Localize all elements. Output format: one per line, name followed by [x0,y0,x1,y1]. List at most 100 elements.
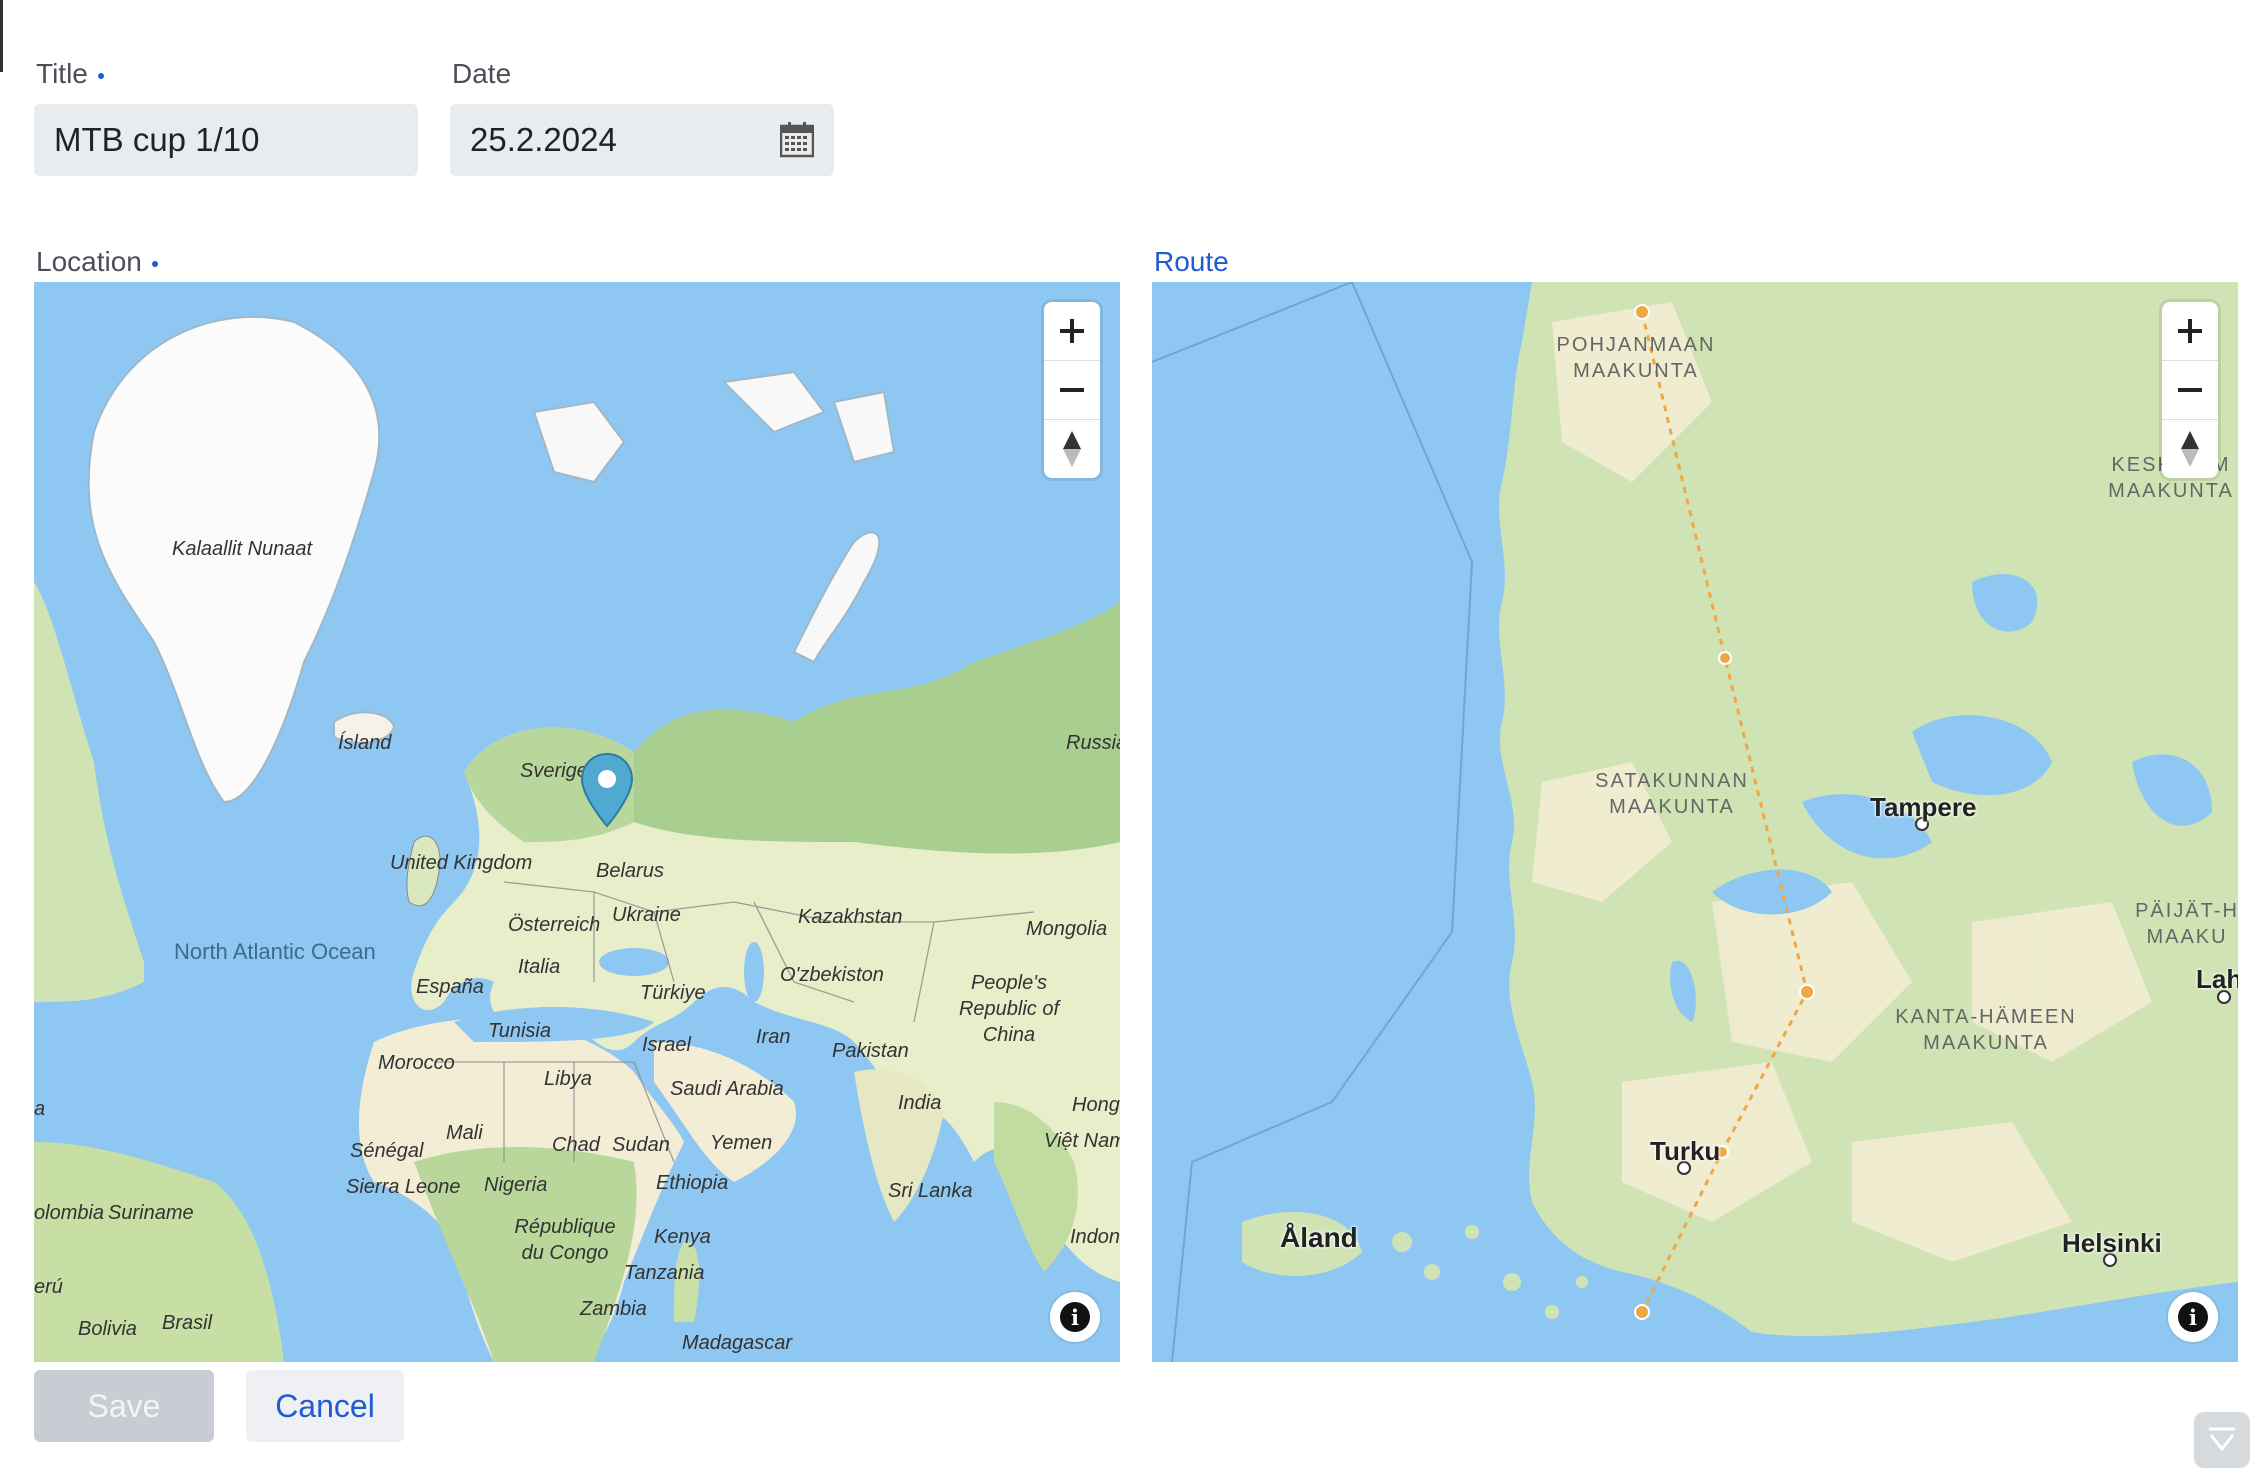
label-iceland: Ísland [338,732,392,754]
required-indicator [97,73,104,79]
zoom-in-button[interactable] [2162,302,2218,361]
corner-widget-button[interactable] [2194,1412,2250,1468]
plus-icon [2178,319,2202,343]
label-morocco: Morocco [378,1052,455,1074]
label-bolivia: Bolivia [78,1318,137,1340]
label-zambia: Zambia [580,1298,647,1320]
label-srilanka: Sri Lanka [888,1180,973,1202]
finland-map-graphic [1152,282,2238,1362]
label-madagascar: Madagascar [682,1332,793,1354]
location-label-text: Location [36,246,142,277]
date-input[interactable]: 25.2.2024 [450,104,834,176]
compass-icon [2181,431,2199,467]
location-pin-icon[interactable] [580,752,634,828]
label-china: People's Republic of China [958,972,1060,1046]
date-input-value: 25.2.2024 [470,121,617,158]
label-brasil: Brasil [162,1312,213,1334]
label-austria: Österreich [508,914,601,936]
location-zoom-controls [1044,302,1100,478]
label-kanta-text: KANTA-HÄMEEN MAAKUNTA [1895,1006,2077,1054]
label-sierra: Sierra Leone [346,1176,461,1198]
minus-icon [1060,388,1084,392]
label-paijat-text: PÄIJÄT-H MAAKU [2135,900,2238,948]
location-info-button[interactable]: i [1050,1292,1100,1342]
label-uzbekistan: O'zbekiston [780,964,884,986]
label-indon: Indon [1070,1226,1120,1248]
label-israel: Israel [642,1034,691,1056]
label-mali: Mali [446,1122,483,1144]
edge-mark [0,0,3,72]
title-label-text: Title [36,58,88,89]
title-input[interactable]: MTB cup 1/10 [34,104,418,176]
info-icon: i [1060,1302,1090,1332]
label-ethiopia: Ethiopia [656,1172,729,1194]
label-lah: Lah [2196,964,2238,994]
label-tampere: Tampere [1870,792,1977,822]
label-satakunnan-text: SATAKUNNAN MAAKUNTA [1595,770,1749,818]
location-map[interactable]: Kalaallit Nunaat Ísland Sverige Russia U… [34,282,1120,1362]
label-turkey: Türkiye [640,982,706,1004]
label-aland: Åland [1280,1222,1358,1253]
date-label: Date [452,58,511,90]
zoom-out-button[interactable] [1044,361,1100,420]
label-suriname: Suriname [108,1202,194,1224]
label-india: India [898,1092,942,1114]
collapse-icon [2209,1427,2235,1452]
plus-icon [1060,319,1084,343]
route-info-button[interactable]: i [2168,1292,2218,1342]
route-map[interactable]: POHJANMAAN MAAKUNTA SATAKUNNAN MAAKUNTA … [1152,282,2238,1362]
label-russia: Russia [1066,732,1120,754]
compass-button[interactable] [2162,420,2218,478]
zoom-out-button[interactable] [2162,361,2218,420]
required-indicator [151,261,158,267]
label-turku: Turku [1650,1136,1721,1166]
label-senegal: Sénégal [350,1140,424,1162]
minus-icon [2178,388,2202,392]
label-tunisia: Tunisia [488,1020,551,1042]
label-satakunnan: SATAKUNNAN MAAKUNTA [1582,768,1762,820]
label-greenland: Kalaallit Nunaat [172,538,313,560]
label-kazakhstan: Kazakhstan [798,906,903,928]
label-colombia: olombia [34,1202,105,1224]
label-tanzania: Tanzania [624,1262,705,1284]
label-north-atlantic: North Atlantic Ocean [174,939,376,964]
date-label-text: Date [452,58,512,89]
label-libya: Libya [544,1068,592,1090]
label-yemen: Yemen [710,1132,773,1154]
label-congo: République du Congo [514,1216,616,1264]
label-hong: Hong [1072,1094,1120,1116]
compass-icon [1063,431,1081,467]
label-pohjanmaan: POHJANMAAN MAAKUNTA [1546,332,1726,384]
route-label-text: Route [1154,246,1229,277]
calendar-icon[interactable] [780,122,814,158]
label-sweden: Sverige [520,760,588,782]
label-kenya: Kenya [654,1226,711,1248]
label-paijat: PÄIJÄT-H MAAKU [2132,898,2238,950]
label-peru: erú [34,1276,63,1298]
label-chad: Chad [552,1134,600,1156]
label-pakistan: Pakistan [832,1040,909,1062]
info-icon: i [2178,1302,2208,1332]
label-vietnam: Việt Nam [1044,1130,1120,1152]
title-input-value: MTB cup 1/10 [54,121,260,158]
zoom-in-button[interactable] [1044,302,1100,361]
route-label: Route [1154,246,1229,278]
label-mongolia: Mongolia [1026,918,1108,940]
label-saudi: Saudi Arabia [670,1078,784,1100]
label-spain: España [416,976,484,998]
compass-button[interactable] [1044,420,1100,478]
cancel-button[interactable]: Cancel [246,1370,404,1442]
label-ukraine: Ukraine [612,904,681,926]
title-label: Title [36,58,104,90]
label-iran: Iran [756,1026,791,1048]
label-italy: Italia [518,956,561,978]
label-kanta: KANTA-HÄMEEN MAAKUNTA [1886,1004,2086,1056]
label-uk: United Kingdom [390,852,533,874]
location-label: Location [36,246,158,278]
route-zoom-controls [2162,302,2218,478]
label-pohjanmaan-text: POHJANMAAN MAAKUNTA [1556,334,1716,382]
label-edge-a: a [34,1098,46,1120]
save-button[interactable]: Save [34,1370,214,1442]
label-belarus: Belarus [596,860,664,882]
label-nigeria: Nigeria [484,1174,548,1196]
